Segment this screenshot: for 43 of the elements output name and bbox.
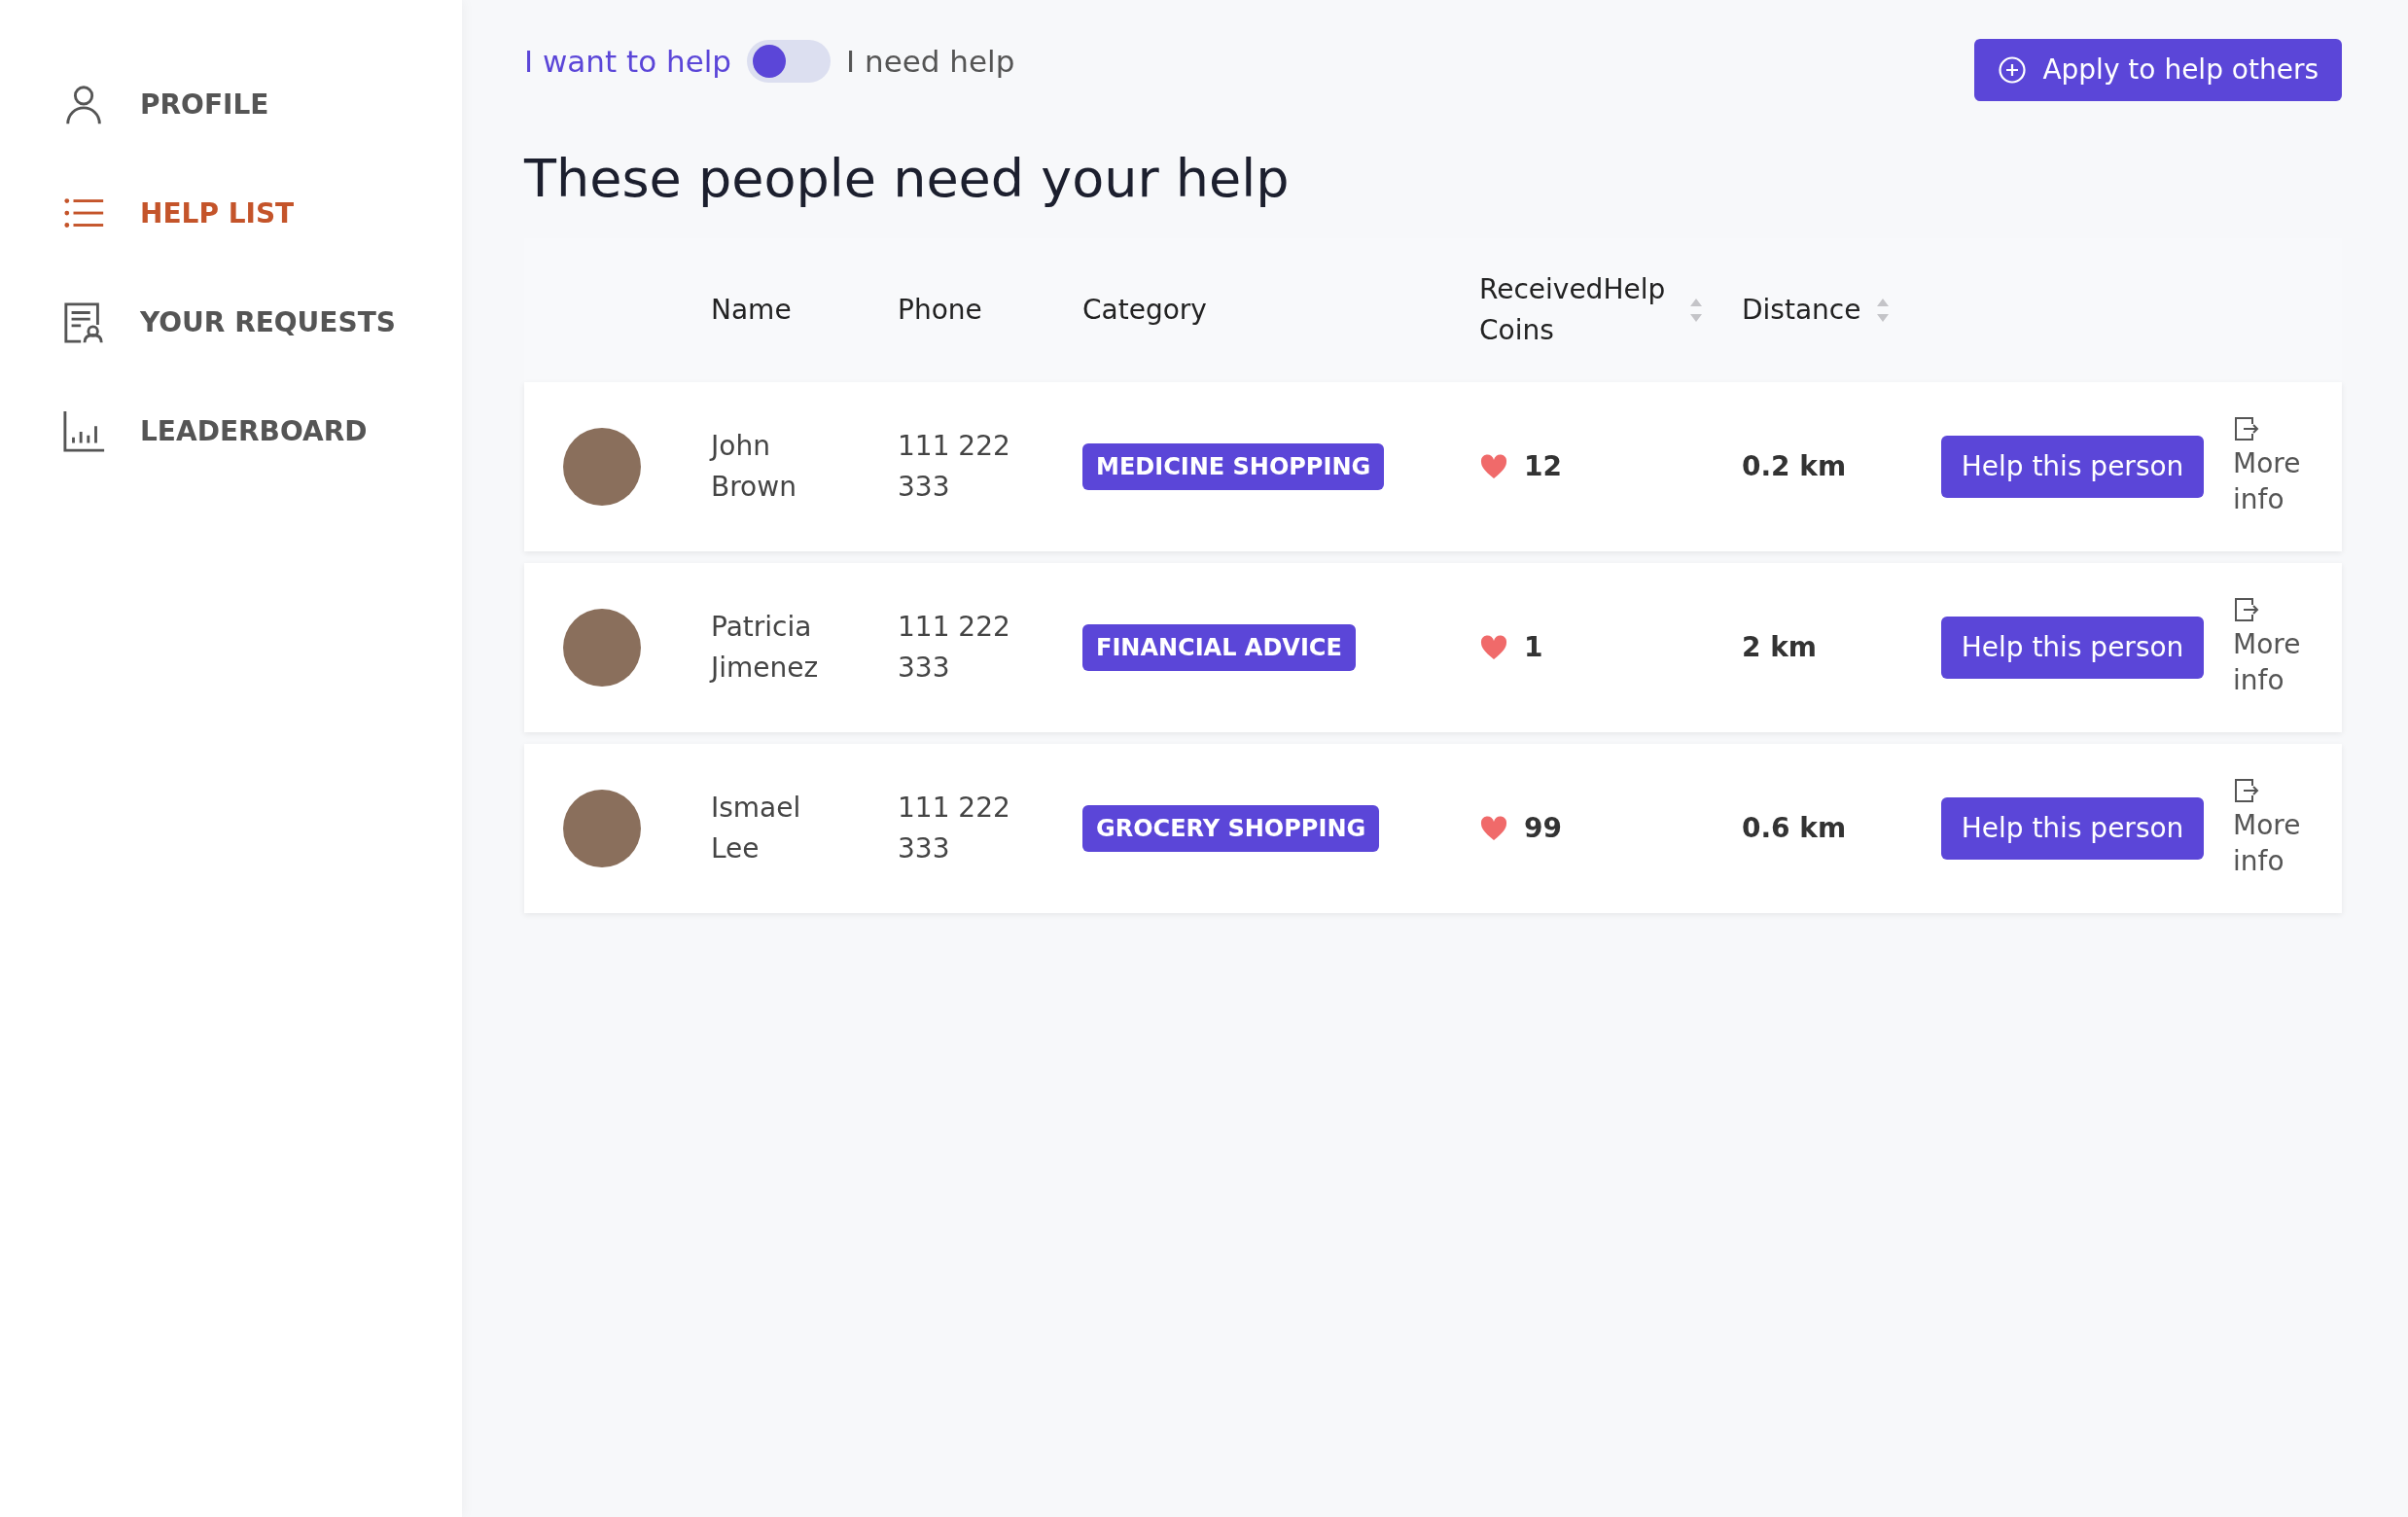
plus-circle-icon <box>1998 55 2028 85</box>
table-cell-text: 0.2 km <box>1742 448 1848 484</box>
exit-icon <box>2233 415 2260 443</box>
column-header[interactable]: Phone <box>898 289 982 331</box>
toggle-switch[interactable] <box>747 40 831 84</box>
sidebar-item[interactable]: HELP LIST <box>0 159 462 268</box>
table-cell-text: 111 222 333 <box>898 428 1011 505</box>
category-tag: MEDICINE SHOPPING <box>1082 442 1385 490</box>
apply-button[interactable]: Apply to help others <box>1974 39 2342 101</box>
sidebar-item[interactable]: YOUR REQUESTS <box>0 268 462 377</box>
table-cell-text: Patricia Jimenez <box>711 609 820 686</box>
column-header[interactable]: Name <box>711 289 792 331</box>
column-header[interactable]: ReceivedHelp Coins <box>1479 268 1674 351</box>
table-cell-text: 111 222 333 <box>898 609 1011 686</box>
coin-count: 12 <box>1524 448 1562 484</box>
coin-count: 1 <box>1524 629 1543 665</box>
help-button[interactable]: Help this person <box>1941 796 2204 860</box>
more-info-link[interactable]: More info <box>2233 446 2311 518</box>
page-heading: These people need your help <box>524 148 1291 211</box>
table-cell-text: Ismael Lee <box>711 790 802 866</box>
exit-icon <box>2233 777 2260 805</box>
coin-count: 99 <box>1524 810 1562 846</box>
table-cell-text: 111 222 333 <box>898 790 1011 866</box>
table-cell-text: 2 km <box>1742 629 1819 665</box>
table-cell-text: 0.6 km <box>1742 810 1848 846</box>
table-cell-text: John Brown <box>711 428 797 505</box>
sidebar-item[interactable]: LEADERBOARD <box>0 377 462 486</box>
help-button[interactable]: Help this person <box>1941 616 2204 679</box>
column-header[interactable]: Distance <box>1742 289 1861 331</box>
heart-icon <box>1479 814 1508 842</box>
heart-icon <box>1479 452 1508 480</box>
category-tag: GROCERY SHOPPING <box>1082 804 1380 852</box>
mode-label[interactable]: I need help <box>846 39 1015 85</box>
heart-icon <box>1479 633 1508 661</box>
exit-icon <box>2233 596 2260 624</box>
column-header[interactable]: Category <box>1082 289 1207 331</box>
mode-label[interactable]: I want to help <box>524 39 731 85</box>
sidebar-item[interactable]: PROFILE <box>0 51 462 159</box>
help-button[interactable]: Help this person <box>1941 435 2204 498</box>
category-tag: FINANCIAL ADVICE <box>1082 623 1356 671</box>
more-info-link[interactable]: More info <box>2233 627 2311 699</box>
bar-chart-icon <box>62 409 107 454</box>
more-info-link[interactable]: More info <box>2233 808 2311 880</box>
